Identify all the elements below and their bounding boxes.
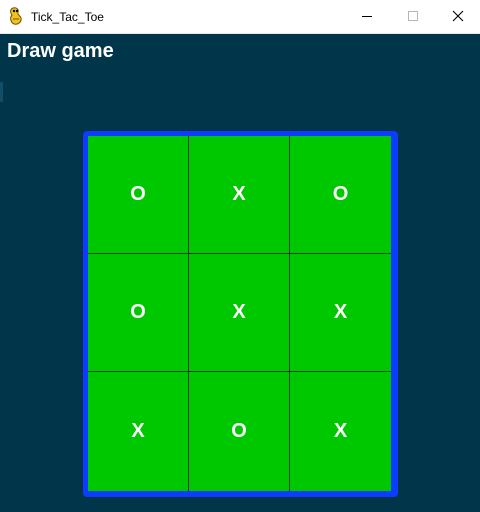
canvas-edge-mark [0, 82, 3, 102]
game-canvas[interactable]: Draw game O X O O X X X O X [0, 34, 480, 512]
window-title-bar[interactable]: Tick_Tac_Toe [0, 0, 480, 34]
cell-r3-c3[interactable]: X [290, 372, 391, 491]
cell-r2-c2[interactable]: X [189, 254, 290, 372]
cell-r1-c2[interactable]: X [189, 136, 290, 254]
tic-tac-toe-board: O X O O X X X O X [88, 136, 391, 491]
cell-r3-c2[interactable]: O [189, 372, 290, 491]
board-frame: O X O O X X X O X [83, 131, 398, 497]
minimize-button[interactable] [344, 0, 390, 33]
minimize-icon [362, 16, 372, 17]
cell-r1-c1[interactable]: O [88, 136, 189, 254]
maximize-button[interactable] [390, 0, 436, 33]
cell-r3-c1[interactable]: X [88, 372, 189, 491]
cell-r1-c3[interactable]: O [290, 136, 391, 254]
close-icon [452, 10, 464, 22]
cell-r2-c1[interactable]: O [88, 254, 189, 372]
cell-r2-c3[interactable]: X [290, 254, 391, 372]
close-button[interactable] [435, 0, 480, 33]
pygame-snake-icon [8, 7, 24, 25]
maximize-icon [408, 11, 418, 21]
game-status-text: Draw game [7, 40, 114, 62]
window-title: Tick_Tac_Toe [31, 10, 104, 24]
